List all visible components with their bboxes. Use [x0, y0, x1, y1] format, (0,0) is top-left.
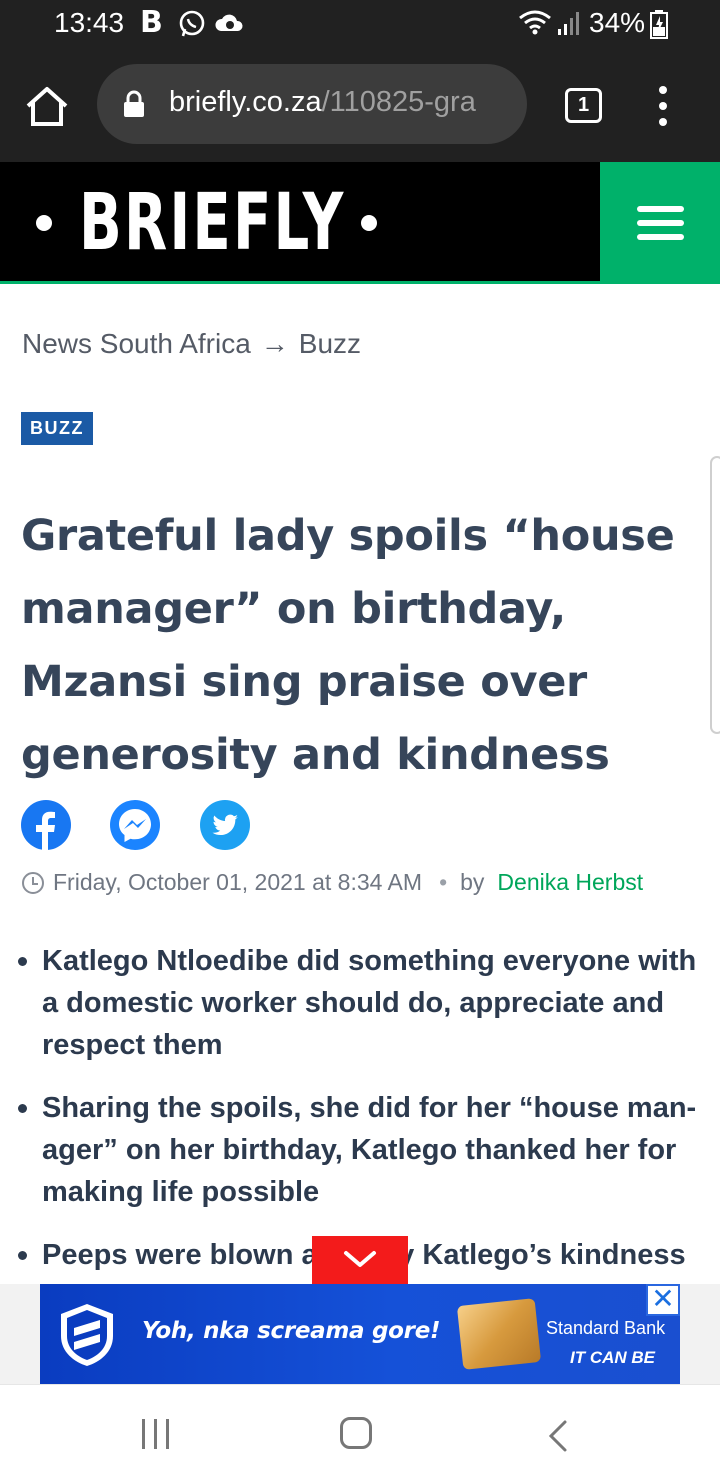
address-bar[interactable]: briefly.co.za/110825-gra [97, 64, 527, 144]
system-nav-bar [0, 1384, 720, 1480]
recents-icon [154, 1419, 157, 1449]
category-badge[interactable]: BUZZ [21, 412, 93, 445]
home-button[interactable] [340, 1417, 372, 1449]
article-meta: Friday, October 01, 2021 at 8:34 AM • by… [22, 869, 643, 896]
url-domain: briefly.co.za [169, 86, 322, 118]
url-text: briefly.co.za/110825-gra [169, 86, 476, 119]
share-facebook-button[interactable] [21, 800, 71, 850]
menu-bar-icon [637, 220, 684, 226]
ad-banner[interactable]: Yoh, nka screama gore! Standard Bank IT … [40, 1284, 680, 1384]
by-label: by [460, 869, 485, 895]
share-messenger-button[interactable] [110, 800, 160, 850]
recents-icon [166, 1419, 169, 1449]
tab-switcher-button[interactable]: 1 [565, 88, 602, 123]
site-logo[interactable]: BRIEFLY [36, 178, 377, 268]
breadcrumb: News South Africa → Buzz [22, 328, 361, 360]
breadcrumb-section-link[interactable]: News South Africa [22, 328, 251, 360]
menu-bar-icon [637, 234, 684, 240]
header-divider [0, 281, 720, 284]
battery-charging-icon [650, 10, 668, 39]
messenger-icon [119, 809, 151, 842]
clock-icon [22, 871, 44, 894]
browser-toolbar: briefly.co.za/110825-gra 1 [0, 50, 720, 162]
ad-close-button[interactable]: ✕ [646, 1284, 680, 1316]
standard-bank-shield-icon [61, 1304, 113, 1366]
home-icon[interactable] [22, 84, 72, 128]
signal-icon [558, 12, 579, 35]
logo-dot-left [36, 215, 52, 231]
back-icon[interactable] [546, 1419, 570, 1453]
article-headline: Grateful lady spoils “house manager” on … [21, 511, 675, 780]
scroll-handle[interactable] [710, 456, 720, 734]
author-link[interactable]: Denika Herbst [497, 869, 643, 896]
facebook-icon [36, 811, 55, 850]
logo-text: BRIEFLY [79, 178, 346, 268]
publish-date: Friday, October 01, 2021 at 8:34 AM [53, 869, 423, 895]
app-b-icon: B [140, 5, 163, 40]
more-options-icon[interactable] [652, 84, 674, 128]
recents-icon [142, 1419, 145, 1449]
ad-area: Yoh, nka screama gore! Standard Bank IT … [0, 1284, 720, 1384]
menu-bar-icon [637, 206, 684, 212]
site-header: BRIEFLY [0, 162, 720, 284]
wifi-icon [519, 10, 551, 35]
twitter-icon [212, 814, 238, 835]
ad-tagline: Yoh, nka screama gore! [142, 1318, 441, 1344]
ad-slogan: IT CAN BE [570, 1348, 655, 1367]
ad-brand: Standard Bank [546, 1318, 666, 1338]
menu-button[interactable] [600, 162, 720, 282]
meta-separator: • [439, 869, 448, 895]
cloud-sync-icon [215, 14, 243, 31]
share-twitter-button[interactable] [200, 800, 250, 850]
status-bar: 13:43 B 34% [0, 0, 720, 50]
list-item: Sharing the spoils, she did for her “hou… [18, 1087, 718, 1213]
list-item: Katlego Ntloedibe did something everyone… [18, 940, 718, 1066]
lock-icon [124, 90, 144, 117]
url-path: /110825-gra [321, 86, 476, 118]
breadcrumb-category-link[interactable]: Buzz [299, 328, 361, 360]
chevron-down-icon [344, 1251, 376, 1267]
bank-card-image [456, 1298, 542, 1370]
breadcrumb-separator: → [260, 328, 289, 359]
battery-percent: 34% [589, 7, 646, 38]
collapse-ad-button[interactable] [312, 1236, 408, 1284]
status-time: 13:43 [54, 7, 125, 38]
whatsapp-icon [179, 10, 205, 37]
logo-dot-right [361, 215, 377, 231]
recents-button[interactable] [140, 1419, 172, 1449]
